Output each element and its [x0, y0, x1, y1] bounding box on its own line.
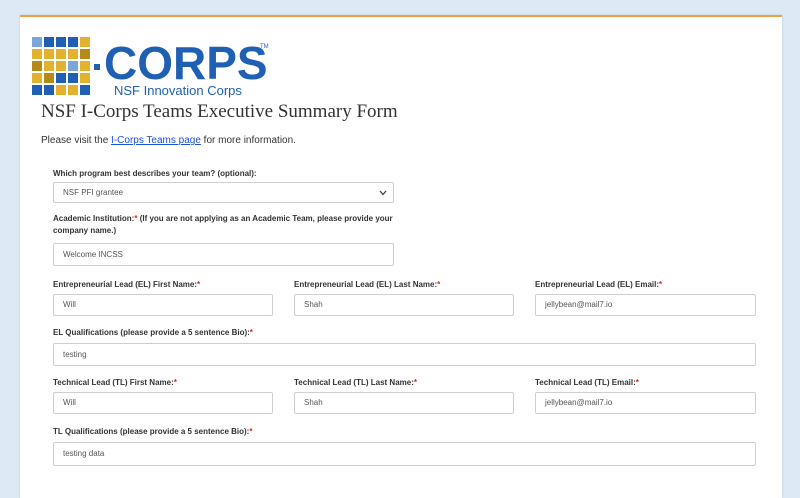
required-marker: * [635, 378, 639, 387]
required-marker: * [249, 427, 253, 436]
required-marker: * [437, 280, 441, 289]
intro-text: Please visit the I-Corps Teams page for … [41, 135, 296, 146]
tl-first-name-label-text: Technical Lead (TL) First Name: [53, 378, 174, 387]
el-email-label-text: Entrepreneurial Lead (EL) Email: [535, 280, 660, 289]
icorps-teams-link[interactable]: I-Corps Teams page [111, 135, 201, 146]
logo-trademark: TM [260, 44, 269, 50]
tl-email-input[interactable]: jellybean@mail7.io [535, 392, 756, 414]
el-last-name-input[interactable]: Shah [294, 294, 514, 316]
tl-bio-input[interactable]: testing data [53, 442, 756, 466]
program-label: Which program best describes your team? … [53, 169, 257, 178]
tl-bio-label-text: TL Qualifications (please provide a 5 se… [53, 427, 250, 436]
tl-bio-label: TL Qualifications (please provide a 5 se… [53, 426, 252, 438]
tl-last-name-input[interactable]: Shah [294, 392, 514, 414]
institution-label-main: Academic Institution: [53, 214, 135, 223]
program-select-value: NSF PFI grantee [63, 188, 124, 197]
logo-subtitle: NSF Innovation Corps [114, 83, 242, 98]
required-marker: * [249, 328, 253, 337]
intro-suffix: for more information. [200, 135, 296, 146]
required-marker: * [659, 280, 663, 289]
tl-last-name-label: Technical Lead (TL) Last Name:* [294, 377, 417, 389]
required-marker: * [413, 378, 417, 387]
el-first-name-label: Entrepreneurial Lead (EL) First Name:* [53, 279, 200, 291]
el-first-name-label-text: Entrepreneurial Lead (EL) First Name: [53, 280, 198, 289]
program-select[interactable]: NSF PFI grantee [53, 182, 394, 203]
el-last-name-label: Entrepreneurial Lead (EL) Last Name:* [294, 279, 440, 291]
logo-wordmark: CORPS [104, 37, 268, 89]
page-title: NSF I-Corps Teams Executive Summary Form [41, 101, 398, 122]
tl-email-label-text: Technical Lead (TL) Email: [535, 378, 636, 387]
el-bio-input[interactable]: testing [53, 343, 756, 366]
tl-email-label: Technical Lead (TL) Email:* [535, 377, 639, 389]
required-marker: * [197, 280, 201, 289]
el-bio-label: EL Qualifications (please provide a 5 se… [53, 327, 253, 339]
intro-prefix: Please visit the [41, 135, 112, 146]
logo-grid-icon [32, 37, 100, 95]
required-marker: * [173, 378, 177, 387]
form-page: CORPS TM NSF Innovation Corps NSF I-Corp… [20, 15, 782, 498]
el-last-name-label-text: Entrepreneurial Lead (EL) Last Name: [294, 280, 438, 289]
tl-last-name-label-text: Technical Lead (TL) Last Name: [294, 378, 414, 387]
el-email-input[interactable]: jellybean@mail7.io [535, 294, 756, 316]
el-email-label: Entrepreneurial Lead (EL) Email:* [535, 279, 662, 291]
el-bio-label-text: EL Qualifications (please provide a 5 se… [53, 328, 250, 337]
tl-first-name-input[interactable]: Will [53, 392, 273, 414]
el-first-name-input[interactable]: Will [53, 294, 273, 316]
chevron-down-icon [379, 190, 387, 196]
institution-input[interactable]: Welcome INCSS [53, 243, 394, 266]
institution-label: Academic Institution:* (If you are not a… [53, 213, 403, 237]
tl-first-name-label: Technical Lead (TL) First Name:* [53, 377, 177, 389]
